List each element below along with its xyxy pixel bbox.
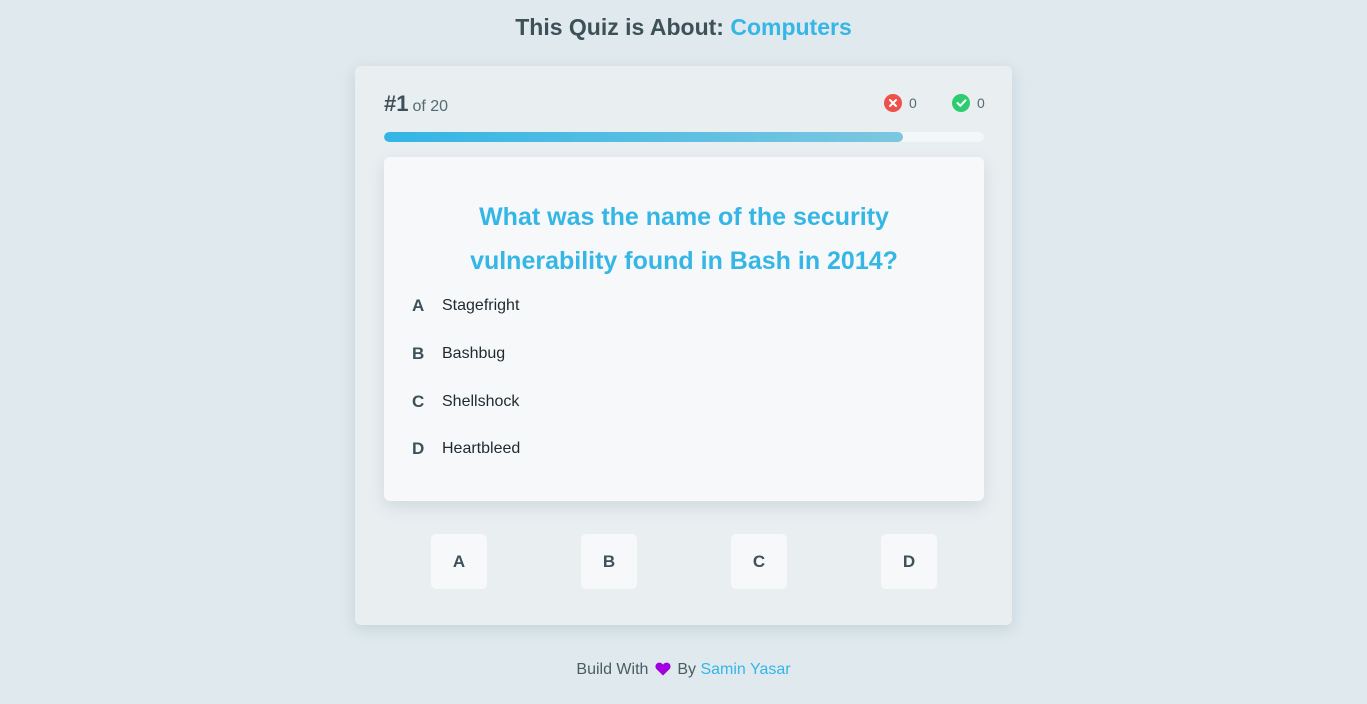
page-title: This Quiz is About: Computers <box>0 12 1367 42</box>
option-d: D Heartbleed <box>412 437 520 461</box>
footer: Build With By Samin Yasar <box>0 658 1367 684</box>
option-text: Shellshock <box>442 393 520 410</box>
heart-icon <box>655 660 671 684</box>
progress-fill <box>384 132 903 142</box>
question-total: of 20 <box>412 98 449 115</box>
question-panel: What was the name of the security vulner… <box>384 157 984 501</box>
question-number: #1 <box>384 91 409 116</box>
question-counter: #1 of 20 <box>384 90 448 121</box>
option-letter: A <box>412 296 425 315</box>
footer-by: By <box>677 661 697 678</box>
quiz-card: #1 of 20 0 0 What was the name of the sec… <box>355 66 1012 625</box>
progress-bar <box>384 132 984 142</box>
option-a: A Stagefright <box>412 294 519 318</box>
option-letter: D <box>412 439 425 458</box>
option-letter: B <box>412 344 425 363</box>
close-circle-icon <box>884 94 902 112</box>
wrong-score: 0 <box>884 94 917 112</box>
option-b: B Bashbug <box>412 342 505 366</box>
option-letter: C <box>412 392 425 411</box>
title-prefix: This Quiz is About: <box>515 14 724 40</box>
wrong-count: 0 <box>909 95 917 111</box>
quiz-topic: Computers <box>730 14 852 40</box>
correct-score: 0 <box>952 94 985 112</box>
answer-button-c[interactable]: C <box>731 534 787 589</box>
check-circle-icon <box>952 94 970 112</box>
footer-prefix: Build With <box>576 661 649 678</box>
answer-button-b[interactable]: B <box>581 534 637 589</box>
option-c: C Shellshock <box>412 390 519 414</box>
question-text: What was the name of the security vulner… <box>470 203 898 275</box>
author-link[interactable]: Samin Yasar <box>700 661 790 678</box>
option-text: Stagefright <box>442 297 520 314</box>
answer-button-d[interactable]: D <box>881 534 937 589</box>
answer-button-a[interactable]: A <box>431 534 487 589</box>
option-text: Bashbug <box>442 345 506 362</box>
option-text: Heartbleed <box>442 440 521 457</box>
correct-count: 0 <box>977 95 985 111</box>
